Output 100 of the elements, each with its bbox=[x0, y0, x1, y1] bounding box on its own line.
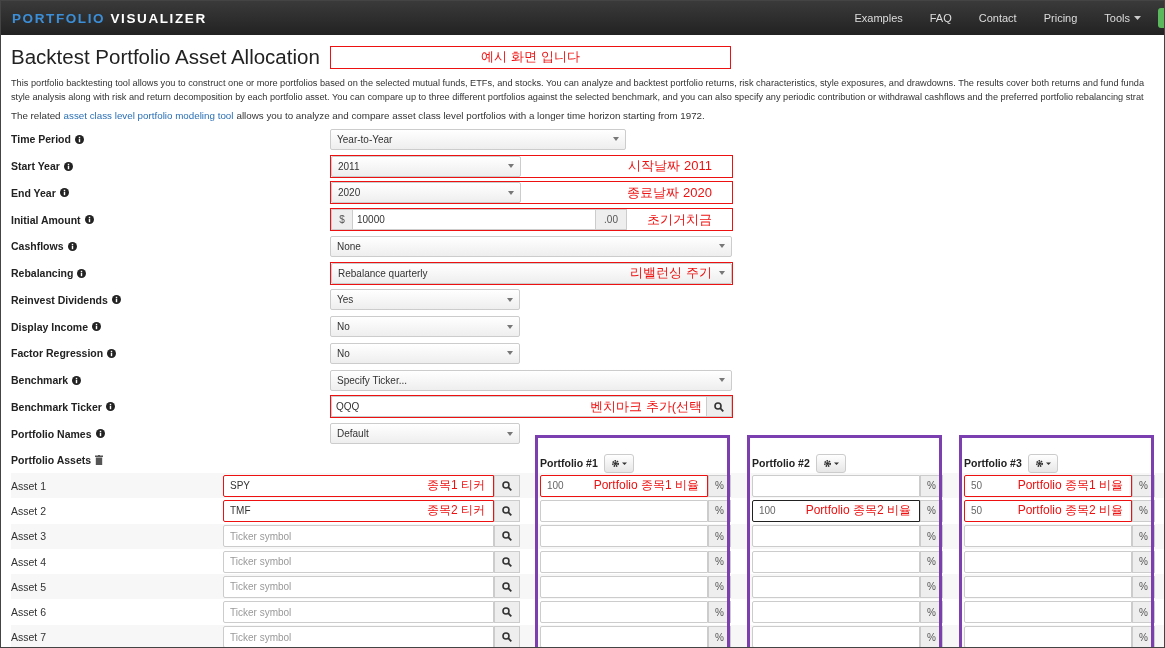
weight-field[interactable]: 50 Portfolio 종목2 비율 bbox=[964, 499, 1132, 522]
field-label: Initial Amount bbox=[11, 213, 81, 226]
search-button[interactable] bbox=[494, 575, 520, 598]
caret-icon bbox=[507, 351, 513, 356]
weight-field[interactable]: 50 Portfolio 종목1 비율 bbox=[964, 474, 1132, 497]
weight-field[interactable] bbox=[540, 575, 708, 598]
nav-link[interactable]: FAQ bbox=[929, 12, 952, 24]
caret-icon bbox=[613, 137, 619, 142]
weight-field[interactable] bbox=[752, 550, 920, 573]
asset-label: Asset 1 bbox=[11, 479, 48, 492]
select-dropdown[interactable]: Default bbox=[330, 423, 520, 445]
nav-button[interactable] bbox=[1158, 8, 1164, 28]
brand-logo[interactable]: PORTFOLIO VISUALIZER bbox=[12, 10, 207, 26]
nav-link[interactable]: Examples bbox=[854, 12, 903, 24]
trash-icon bbox=[95, 455, 104, 465]
search-icon bbox=[502, 581, 512, 592]
annotation-note: 벤치마크 추가(선택 bbox=[590, 397, 702, 416]
settings-icon bbox=[610, 458, 627, 468]
percent-addon: % bbox=[920, 550, 943, 573]
weight-field[interactable] bbox=[752, 575, 920, 598]
percent-addon: % bbox=[1132, 601, 1155, 624]
annotation-note: Portfolio 종목2 비율 bbox=[805, 502, 911, 520]
select-dropdown[interactable]: Yes bbox=[330, 289, 520, 311]
percent-addon: % bbox=[920, 474, 943, 497]
search-button[interactable] bbox=[494, 626, 520, 647]
select-dropdown[interactable]: 2020 bbox=[331, 182, 521, 204]
settings-button[interactable] bbox=[603, 453, 634, 473]
search-button[interactable] bbox=[494, 601, 520, 624]
percent-addon: % bbox=[708, 499, 731, 522]
weight-field[interactable] bbox=[964, 626, 1132, 647]
nav-link[interactable]: Tools bbox=[1104, 12, 1141, 24]
percent-addon: % bbox=[920, 575, 943, 598]
asset-label: Asset 4 bbox=[11, 555, 48, 568]
weight-field[interactable] bbox=[752, 626, 920, 647]
search-icon bbox=[502, 607, 512, 618]
settings-button[interactable] bbox=[815, 453, 846, 473]
settings-button[interactable] bbox=[1027, 453, 1058, 473]
select-dropdown[interactable]: Year-to-Year bbox=[330, 128, 626, 150]
field-label: Rebalancing bbox=[11, 267, 74, 280]
search-button[interactable] bbox=[494, 499, 520, 522]
amount-field[interactable]: 10000 bbox=[353, 209, 595, 231]
cents-addon: .00 bbox=[595, 209, 627, 231]
search-icon bbox=[502, 556, 512, 567]
weight-field[interactable] bbox=[964, 575, 1132, 598]
nav-link[interactable]: Contact bbox=[978, 12, 1017, 24]
related-text: allows you to analyze and compare asset class level portfolios with a longer time horizon starting from 1972. bbox=[236, 110, 705, 121]
weight-field[interactable] bbox=[964, 525, 1132, 548]
annotation-note: 종목1 티커 bbox=[427, 477, 485, 495]
asset-label: Asset 6 bbox=[11, 606, 48, 619]
ticker-field[interactable]: SPY 종목1 티커 bbox=[223, 474, 494, 497]
info-icon bbox=[84, 215, 94, 225]
modeling-tool-link[interactable]: asset class level portfolio modeling tool bbox=[63, 110, 234, 121]
select-dropdown[interactable]: 2011 bbox=[331, 155, 521, 177]
select-dropdown[interactable]: None bbox=[330, 235, 732, 257]
field-label: Portfolio Names bbox=[11, 427, 92, 440]
weight-field[interactable] bbox=[540, 525, 708, 548]
select-dropdown[interactable]: No bbox=[330, 316, 520, 338]
weight-field[interactable] bbox=[540, 626, 708, 647]
caret-icon bbox=[507, 297, 513, 302]
intro-text: This portfolio backtesting tool allows you to construct one or more portfolios based on the selected mutual funds, ETFs, and stocks. You can analyze and backtest portfolio returns, risk characteristics, style exposures, and drawdowns. The results cover both returns and fund funda bbox=[11, 77, 1146, 90]
percent-addon: % bbox=[1132, 499, 1155, 522]
weight-field[interactable] bbox=[752, 474, 920, 497]
weight-field[interactable]: 100 Portfolio 종목1 비율 bbox=[540, 474, 708, 497]
weight-field[interactable] bbox=[752, 525, 920, 548]
search-button[interactable] bbox=[706, 396, 732, 418]
annotation-note: 예시 화면 입니다 bbox=[330, 45, 731, 69]
weight-field[interactable] bbox=[540, 499, 708, 522]
caret-icon bbox=[508, 190, 514, 195]
select-dropdown[interactable]: No bbox=[330, 342, 520, 364]
percent-addon: % bbox=[708, 575, 731, 598]
currency-addon: $ bbox=[331, 209, 353, 231]
info-icon bbox=[111, 295, 121, 305]
weight-field[interactable] bbox=[964, 601, 1132, 624]
select-dropdown[interactable]: Specify Ticker... bbox=[330, 369, 732, 391]
weight-field[interactable] bbox=[964, 550, 1132, 573]
settings-icon bbox=[1034, 458, 1051, 468]
caret-icon bbox=[508, 164, 514, 169]
weight-field[interactable] bbox=[752, 601, 920, 624]
info-icon bbox=[59, 188, 69, 198]
annotation-note: 종목2 티커 bbox=[427, 502, 485, 520]
info-icon bbox=[67, 241, 77, 251]
intro-text: style analysis along with risk and return decomposition by each portfolio asset. You can compare up to three different portfolios against the selected benchmark, and you can also specify any periodic contribution or withdrawal cashflows and the preferred portfolio rebalancing strat bbox=[11, 90, 1145, 104]
annotation-note: Portfolio 종목1 비율 bbox=[593, 477, 699, 495]
search-button[interactable] bbox=[494, 474, 520, 497]
search-icon bbox=[714, 401, 724, 412]
weight-field[interactable] bbox=[540, 550, 708, 573]
annotation-note: 초기거치금 bbox=[647, 210, 712, 229]
search-button[interactable] bbox=[494, 550, 520, 573]
nav-link[interactable]: Pricing bbox=[1043, 12, 1078, 24]
weight-field[interactable] bbox=[540, 601, 708, 624]
weight-field[interactable]: 100 Portfolio 종목2 비율 bbox=[752, 499, 920, 522]
info-icon bbox=[72, 375, 82, 385]
info-icon bbox=[77, 268, 87, 278]
caret-icon bbox=[719, 271, 725, 276]
search-button[interactable] bbox=[494, 525, 520, 548]
percent-addon: % bbox=[920, 601, 943, 624]
field-label: Benchmark Ticker bbox=[11, 400, 102, 413]
info-icon bbox=[107, 348, 117, 358]
ticker-field[interactable]: TMF 종목2 티커 bbox=[223, 499, 494, 522]
annotation-note: Portfolio 종목2 비율 bbox=[1017, 502, 1123, 520]
